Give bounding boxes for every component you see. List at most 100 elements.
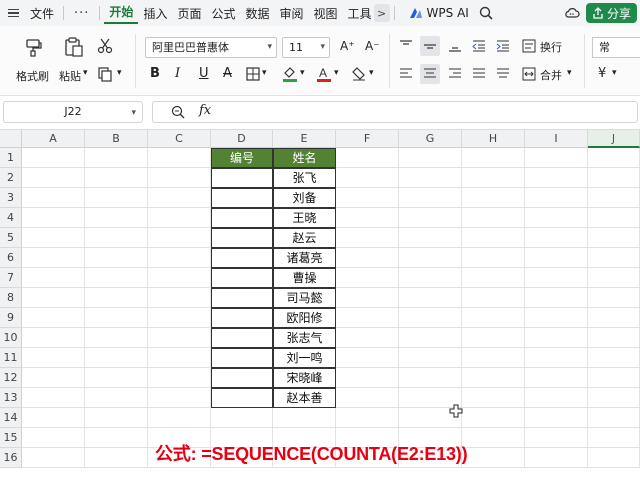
cell-d2[interactable]	[211, 168, 273, 188]
cell-a16[interactable]	[22, 448, 85, 468]
format-painter-button[interactable]: 格式刷	[16, 68, 49, 84]
italic-button[interactable]: I	[175, 66, 180, 81]
cell-h12[interactable]	[462, 368, 525, 388]
cell-d11[interactable]	[211, 348, 273, 368]
tab-data[interactable]: 数据	[240, 5, 274, 22]
tab-tools[interactable]: 工具	[343, 5, 372, 22]
row-header-6[interactable]: 6	[0, 248, 22, 268]
cell-j10[interactable]	[588, 328, 640, 348]
decrease-indent-icon[interactable]	[472, 39, 486, 53]
wrap-text-button[interactable]: 换行	[540, 39, 562, 55]
cell-b12[interactable]	[85, 368, 148, 388]
cell-i3[interactable]	[525, 188, 588, 208]
cell-a4[interactable]	[22, 208, 85, 228]
cell-j16[interactable]	[588, 448, 640, 468]
cell-c7[interactable]	[148, 268, 211, 288]
cell-c14[interactable]	[148, 408, 211, 428]
cell-i5[interactable]	[525, 228, 588, 248]
cell-a8[interactable]	[22, 288, 85, 308]
cell-h8[interactable]	[462, 288, 525, 308]
cell-i15[interactable]	[525, 428, 588, 448]
cell-f8[interactable]	[336, 288, 399, 308]
cell-c2[interactable]	[148, 168, 211, 188]
font-color-icon[interactable]: A	[316, 65, 332, 82]
cell-i7[interactable]	[525, 268, 588, 288]
cell-a5[interactable]	[22, 228, 85, 248]
row-header-7[interactable]: 7	[0, 268, 22, 288]
cell-h1[interactable]	[462, 148, 525, 168]
cell-c1[interactable]	[148, 148, 211, 168]
cell-f1[interactable]	[336, 148, 399, 168]
column-header-f[interactable]: F	[336, 130, 399, 148]
more-menu-button[interactable]: ···	[68, 6, 95, 21]
cell-j11[interactable]	[588, 348, 640, 368]
cell-f2[interactable]	[336, 168, 399, 188]
cell-f13[interactable]	[336, 388, 399, 408]
formula-input[interactable]: fx	[152, 101, 638, 123]
cell-a7[interactable]	[22, 268, 85, 288]
cell-i8[interactable]	[525, 288, 588, 308]
cell-g6[interactable]	[399, 248, 462, 268]
cell-j6[interactable]	[588, 248, 640, 268]
cell-g4[interactable]	[399, 208, 462, 228]
fill-color-icon[interactable]	[282, 65, 298, 82]
cell-d14[interactable]	[211, 408, 273, 428]
row-header-13[interactable]: 13	[0, 388, 22, 408]
cell-b9[interactable]	[85, 308, 148, 328]
cell-d7[interactable]	[211, 268, 273, 288]
cell-i13[interactable]	[525, 388, 588, 408]
cloud-sync-icon[interactable]	[564, 6, 580, 20]
cell-e5[interactable]: 赵云	[273, 228, 336, 248]
cell-f10[interactable]	[336, 328, 399, 348]
cell-h11[interactable]	[462, 348, 525, 368]
cell-g3[interactable]	[399, 188, 462, 208]
hamburger-menu-icon[interactable]	[8, 8, 19, 18]
cell-e8[interactable]: 司马懿	[273, 288, 336, 308]
cell-b4[interactable]	[85, 208, 148, 228]
cell-f14[interactable]	[336, 408, 399, 428]
increase-indent-icon[interactable]	[496, 39, 510, 53]
clear-format-dropdown-icon[interactable]: ▾	[369, 68, 374, 78]
align-middle-button[interactable]	[420, 36, 440, 56]
cell-b1[interactable]	[85, 148, 148, 168]
cell-j1[interactable]	[588, 148, 640, 168]
align-bottom-icon[interactable]	[448, 39, 462, 53]
borders-icon[interactable]	[246, 67, 260, 81]
cell-a9[interactable]	[22, 308, 85, 328]
font-size-select[interactable]: 11 ▾	[282, 37, 330, 58]
row-header-8[interactable]: 8	[0, 288, 22, 308]
cell-b3[interactable]	[85, 188, 148, 208]
tab-review[interactable]: 审阅	[275, 5, 309, 22]
cell-e3[interactable]: 刘备	[273, 188, 336, 208]
cell-e13[interactable]: 赵本善	[273, 388, 336, 408]
clear-format-icon[interactable]	[351, 66, 367, 81]
paste-button[interactable]: 粘贴	[59, 68, 81, 84]
cell-b10[interactable]	[85, 328, 148, 348]
align-center-button[interactable]	[420, 64, 440, 84]
underline-button[interactable]: U	[199, 66, 209, 81]
cell-i1[interactable]	[525, 148, 588, 168]
cell-h3[interactable]	[462, 188, 525, 208]
cell-b5[interactable]	[85, 228, 148, 248]
cell-j3[interactable]	[588, 188, 640, 208]
row-header-12[interactable]: 12	[0, 368, 22, 388]
cell-g9[interactable]	[399, 308, 462, 328]
row-header-5[interactable]: 5	[0, 228, 22, 248]
cell-a3[interactable]	[22, 188, 85, 208]
cell-d6[interactable]	[211, 248, 273, 268]
cell-i6[interactable]	[525, 248, 588, 268]
cell-j4[interactable]	[588, 208, 640, 228]
cell-h10[interactable]	[462, 328, 525, 348]
cell-d9[interactable]	[211, 308, 273, 328]
cell-g10[interactable]	[399, 328, 462, 348]
column-header-d[interactable]: D	[211, 130, 273, 148]
format-painter-icon[interactable]	[25, 37, 43, 57]
row-header-3[interactable]: 3	[0, 188, 22, 208]
merge-dropdown-icon[interactable]: ▾	[567, 68, 572, 78]
cell-h6[interactable]	[462, 248, 525, 268]
cell-i14[interactable]	[525, 408, 588, 428]
cell-b2[interactable]	[85, 168, 148, 188]
tab-home[interactable]: 开始	[104, 2, 139, 24]
merge-button[interactable]: 合并	[540, 67, 562, 83]
cell-h14[interactable]	[462, 408, 525, 428]
